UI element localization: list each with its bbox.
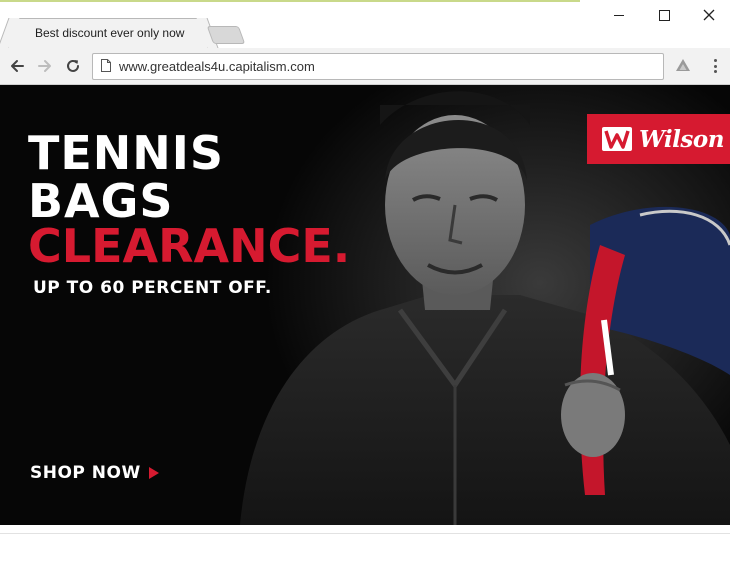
- back-button[interactable]: [7, 56, 27, 76]
- brand-name: Wilson: [639, 125, 724, 153]
- back-arrow-icon: [11, 60, 24, 72]
- page-icon: [101, 59, 111, 72]
- reload-icon: [67, 59, 79, 72]
- window-top-border: [0, 0, 580, 2]
- close-button[interactable]: [686, 4, 730, 26]
- forward-button[interactable]: [35, 56, 55, 76]
- forward-arrow-icon: [38, 60, 51, 72]
- close-icon: [703, 9, 715, 21]
- new-tab-button[interactable]: [206, 26, 246, 44]
- browser-toolbar: www.greatdeals4u.capitalism.com: [0, 48, 730, 85]
- menu-icon[interactable]: [710, 57, 720, 75]
- page-divider: [0, 533, 730, 534]
- w-logo-icon: [602, 127, 632, 151]
- headline-line-3: CLEARANCE.: [28, 219, 351, 273]
- address-bar[interactable]: www.greatdeals4u.capitalism.com: [92, 53, 664, 80]
- headline-line-1: TENNIS: [28, 126, 225, 180]
- maximize-button[interactable]: [641, 4, 687, 26]
- maximize-icon: [658, 9, 670, 21]
- active-tab[interactable]: Best discount ever only now: [8, 18, 208, 48]
- play-arrow-icon: [148, 467, 159, 479]
- tab-strip: Best discount ever only now: [0, 0, 730, 48]
- reload-button[interactable]: [63, 56, 83, 76]
- brand-logo: Wilson: [587, 114, 730, 164]
- minimize-icon: [614, 14, 624, 16]
- extension-icon[interactable]: [674, 57, 692, 75]
- ad-banner[interactable]: TENNIS BAGS CLEARANCE. UP TO 60 PERCENT …: [0, 85, 730, 525]
- shop-now-label: SHOP NOW: [30, 463, 141, 483]
- headline-line-2: BAGS: [28, 174, 174, 228]
- browser-window: Best discount ever only now www.greatdea…: [0, 0, 730, 569]
- shop-now-button[interactable]: SHOP NOW: [30, 463, 159, 483]
- minimize-button[interactable]: [596, 4, 642, 26]
- url-text: www.greatdeals4u.capitalism.com: [119, 59, 315, 74]
- tab-title: Best discount ever only now: [35, 26, 185, 40]
- discount-subline: UP TO 60 PERCENT OFF.: [33, 278, 272, 298]
